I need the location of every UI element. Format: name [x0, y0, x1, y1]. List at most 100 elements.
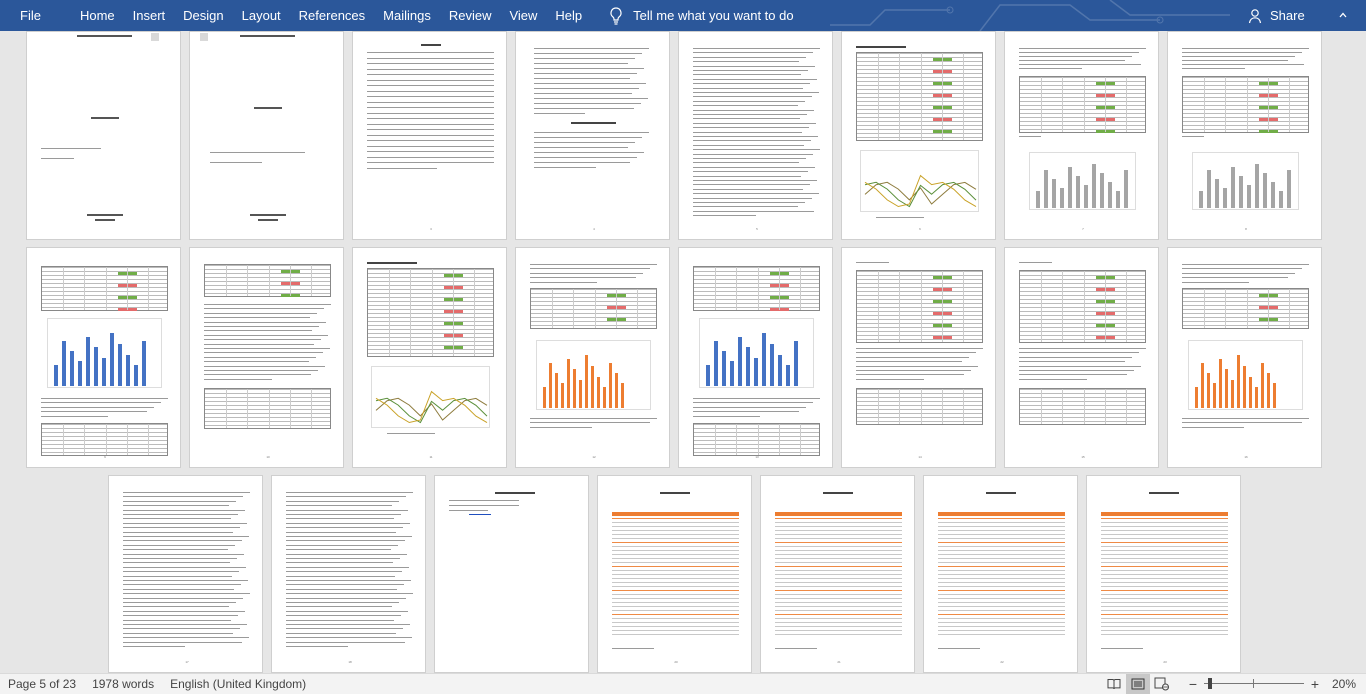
tab-help[interactable]: Help	[546, 0, 591, 31]
zoom-slider[interactable]	[1204, 674, 1304, 694]
chart-bar	[1255, 164, 1259, 208]
text-line	[123, 588, 234, 590]
text-line	[693, 96, 812, 98]
print-layout-button[interactable]	[1126, 674, 1150, 694]
text-line	[1182, 48, 1309, 49]
chart-bar	[1108, 182, 1112, 208]
table-col-divider	[474, 269, 475, 356]
tab-mailings[interactable]: Mailings	[374, 0, 440, 31]
text-line	[286, 505, 392, 507]
chart-bar	[754, 358, 758, 386]
zoom-level[interactable]: 20%	[1322, 677, 1366, 691]
read-mode-button[interactable]	[1102, 674, 1126, 694]
table-thumbnail	[1019, 270, 1146, 343]
page-thumbnail[interactable]: 21	[760, 475, 915, 673]
table-row	[775, 634, 902, 635]
table-header-band	[938, 512, 1065, 516]
page-thumbnail[interactable]: 10	[189, 247, 344, 468]
page-thumbnail[interactable]: 13	[678, 247, 833, 468]
tab-review[interactable]: Review	[440, 0, 501, 31]
web-layout-button[interactable]	[1150, 674, 1174, 694]
page-number: 20	[674, 660, 678, 664]
tab-references[interactable]: References	[290, 0, 374, 31]
tab-file[interactable]: File	[0, 0, 71, 31]
text-line	[1019, 348, 1146, 349]
page-thumbnail[interactable]	[26, 31, 181, 240]
tab-layout[interactable]: Layout	[233, 0, 290, 31]
text-line	[286, 549, 391, 551]
page-thumbnail[interactable]: 12	[515, 247, 670, 468]
page-number: 15	[1081, 455, 1085, 459]
tab-home[interactable]: Home	[71, 0, 124, 31]
page-indicator[interactable]: Page 5 of 23	[0, 677, 84, 691]
table-thumbnail	[1019, 76, 1146, 133]
table-row	[938, 598, 1065, 599]
tell-me-box[interactable]: Tell me what you want to do	[609, 6, 794, 25]
text-line	[286, 646, 348, 647]
table-col-divider	[552, 289, 553, 328]
text-line	[123, 602, 236, 603]
word-count[interactable]: 1978 words	[84, 677, 162, 691]
table-row	[775, 606, 902, 607]
table-col-divider	[736, 267, 737, 310]
page-thumbnail[interactable]: 18	[271, 475, 426, 673]
heading-block	[421, 44, 441, 46]
table-row	[612, 518, 739, 519]
table-thumbnail	[856, 52, 983, 141]
table-row	[612, 598, 739, 599]
table-row	[1101, 634, 1228, 635]
page-thumbnail[interactable]: 9	[26, 247, 181, 468]
chart-bar	[1219, 359, 1222, 408]
zoom-in-button[interactable]: +	[1308, 676, 1322, 692]
page-thumbnail[interactable]: 11	[352, 247, 507, 468]
tab-insert[interactable]: Insert	[124, 0, 175, 31]
table-row	[1101, 542, 1228, 543]
table-row	[1101, 602, 1228, 603]
text-line	[693, 87, 803, 89]
table-thumbnail	[41, 266, 168, 311]
text-line	[367, 101, 494, 103]
page-thumbnail[interactable]: 8	[1167, 31, 1322, 240]
chart-bar	[1199, 191, 1203, 208]
page-thumbnail[interactable]	[189, 31, 344, 240]
table-row	[612, 634, 739, 635]
zoom-slider-thumb[interactable]	[1208, 678, 1212, 689]
text-line	[367, 68, 494, 70]
table-col-divider	[1204, 289, 1205, 328]
page-thumbnail[interactable]: 20	[597, 475, 752, 673]
page-thumbnail[interactable]: 17	[108, 475, 263, 673]
page-thumbnail[interactable]: 7	[1004, 31, 1159, 240]
page-thumbnail[interactable]	[434, 475, 589, 673]
page-number: 17	[185, 660, 189, 664]
heading-block	[660, 492, 690, 494]
share-button[interactable]: Share	[1248, 0, 1305, 31]
page-thumbnail[interactable]: 6	[841, 31, 996, 240]
page-thumbnail[interactable]: 15	[1004, 247, 1159, 468]
table-row	[612, 610, 739, 611]
page-thumbnail[interactable]: 16	[1167, 247, 1322, 468]
chart-bar	[134, 365, 138, 386]
table-col-divider	[247, 265, 248, 296]
page-thumbnail[interactable]: 5	[678, 31, 833, 240]
table-row	[775, 590, 902, 591]
page-thumbnail[interactable]: 3	[352, 31, 507, 240]
page-thumbnail[interactable]: 4	[515, 31, 670, 240]
text-line	[534, 78, 630, 79]
text-line	[123, 646, 185, 647]
tab-view[interactable]: View	[500, 0, 546, 31]
text-line	[367, 167, 437, 169]
tab-design[interactable]: Design	[174, 0, 232, 31]
chart-bar	[1239, 176, 1243, 208]
collapse-ribbon-icon[interactable]	[1338, 10, 1348, 20]
text-line	[123, 606, 229, 608]
text-line	[123, 509, 245, 511]
page-thumbnail[interactable]: 23	[1086, 475, 1241, 673]
zoom-out-button[interactable]: −	[1186, 676, 1200, 692]
page-number: 18	[348, 660, 352, 664]
document-canvas[interactable]: 3 4 5 6 7 8 9 10 11 12 13 14 15 16 17 18 20 21 22 23	[0, 31, 1366, 673]
language-indicator[interactable]: English (United Kingdom)	[162, 677, 314, 691]
page-thumbnail[interactable]: 22	[923, 475, 1078, 673]
page-thumbnail[interactable]: 14	[841, 247, 996, 468]
text-line	[693, 122, 816, 124]
table-col-divider	[84, 424, 85, 455]
